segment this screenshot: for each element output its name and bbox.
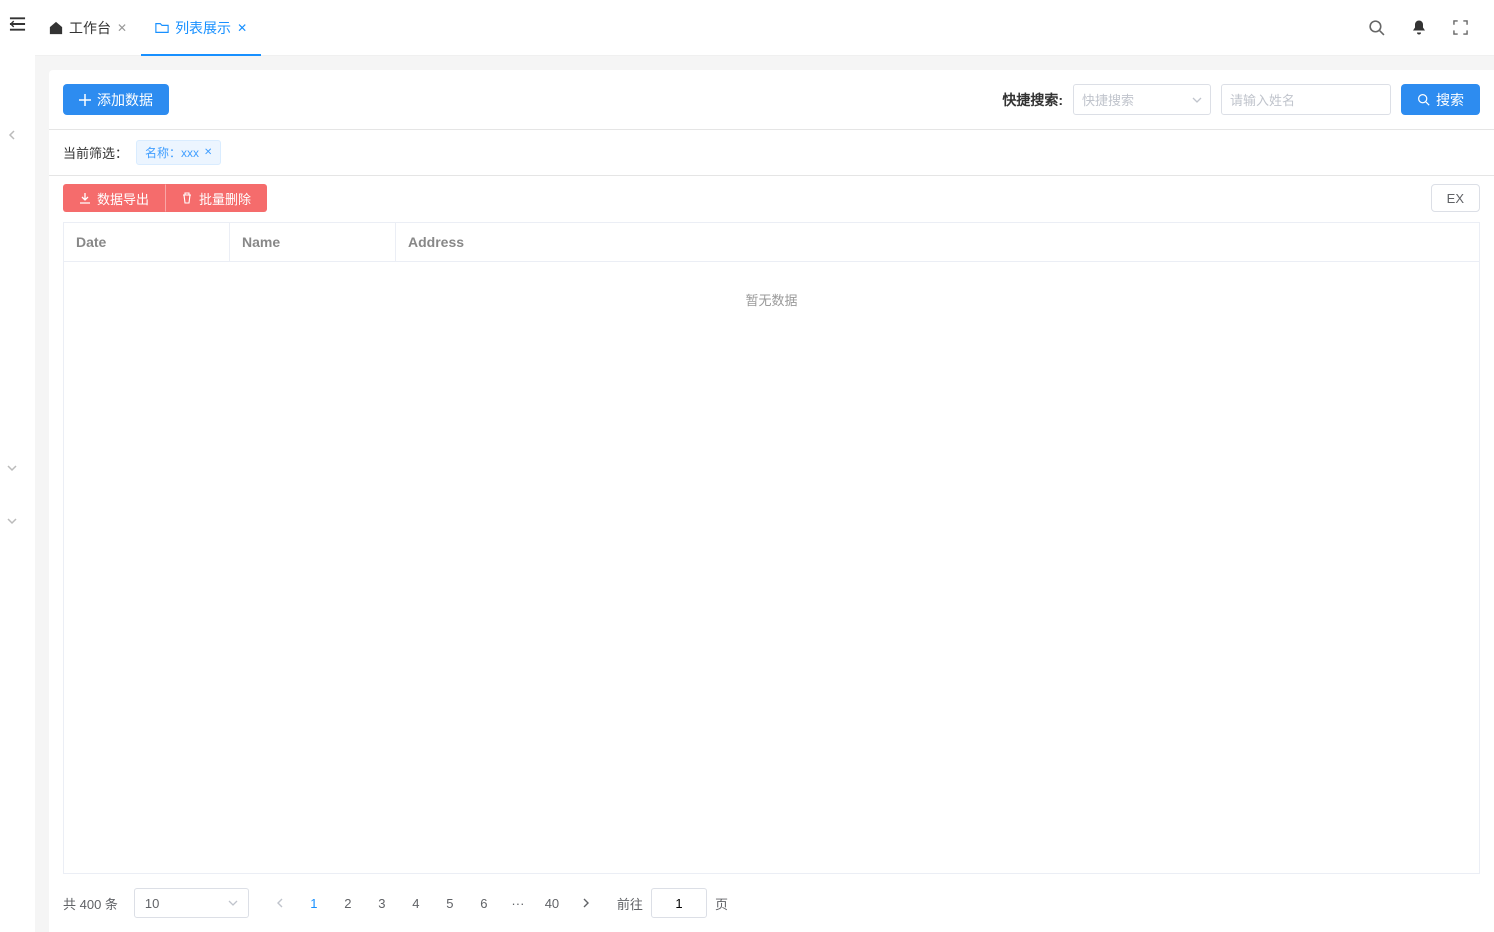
export-button[interactable]: 数据导出 — [63, 184, 165, 212]
page-number-6[interactable]: 6 — [469, 888, 499, 918]
chevron-down-icon — [1192, 95, 1202, 105]
page-size-value: 10 — [145, 896, 159, 911]
main-area: 工作台 ✕ 列表展示 ✕ — [35, 0, 1494, 932]
chevron-left-icon — [275, 898, 285, 908]
header-right — [1368, 0, 1494, 55]
add-button-label: 添加数据 — [97, 90, 153, 110]
search-button[interactable]: 搜索 — [1401, 84, 1480, 115]
toolbar: 添加数据 快捷搜索: 快捷搜索 请输入姓名 搜索 — [49, 70, 1494, 130]
tab-workbench[interactable]: 工作台 ✕ — [35, 0, 141, 55]
global-search-button[interactable] — [1368, 19, 1385, 36]
chevron-down-icon — [7, 516, 17, 526]
page-number-3[interactable]: 3 — [367, 888, 397, 918]
sidebar-chevron-1[interactable] — [7, 130, 17, 140]
data-table: Date Name Address — [63, 222, 1480, 262]
plus-icon — [79, 94, 91, 106]
export-button-label: 数据导出 — [97, 189, 149, 208]
content-panel: 添加数据 快捷搜索: 快捷搜索 请输入姓名 搜索 — [49, 70, 1494, 932]
folder-icon — [155, 21, 169, 35]
column-header-address[interactable]: Address — [396, 223, 1480, 262]
jump-prefix: 前往 — [617, 894, 643, 913]
chevron-left-icon — [7, 130, 17, 140]
fullscreen-button[interactable] — [1453, 20, 1468, 35]
right-action-label: EX — [1447, 191, 1464, 206]
fullscreen-icon — [1453, 20, 1468, 35]
pager: 1 2 3 4 5 6 ··· 40 — [265, 888, 601, 918]
sidebar — [0, 0, 35, 932]
home-icon — [49, 21, 63, 35]
tab-label: 列表展示 — [175, 18, 231, 38]
sidebar-chevron-2[interactable] — [7, 463, 17, 473]
column-header-name[interactable]: Name — [230, 223, 396, 262]
filter-label: 当前筛选： — [63, 143, 128, 162]
filter-tag-text: 名称：xxx — [145, 144, 199, 161]
column-header-date[interactable]: Date — [64, 223, 230, 262]
tab-close-button[interactable]: ✕ — [237, 21, 247, 35]
sidebar-toggle-button[interactable] — [8, 14, 28, 34]
pagination: 共 400 条 10 1 2 3 4 5 6 — [49, 874, 1494, 932]
jump-suffix: 页 — [715, 894, 728, 913]
name-input-placeholder: 请输入姓名 — [1230, 90, 1295, 109]
quick-search-placeholder: 快捷搜索 — [1082, 90, 1134, 109]
page-prev[interactable] — [265, 888, 295, 918]
name-input[interactable]: 请输入姓名 — [1221, 84, 1391, 115]
page-ellipsis[interactable]: ··· — [503, 888, 533, 918]
chevron-down-icon — [228, 898, 238, 908]
search-icon — [1417, 93, 1430, 106]
toolbar-right: 快捷搜索: 快捷搜索 请输入姓名 搜索 — [1002, 84, 1480, 115]
bell-icon — [1411, 19, 1427, 36]
table-wrapper: Date Name Address 暂无数据 — [49, 222, 1494, 874]
batch-delete-button[interactable]: 批量删除 — [165, 184, 267, 212]
search-icon — [1368, 19, 1385, 36]
tabs-bar: 工作台 ✕ 列表展示 ✕ — [35, 0, 261, 55]
batch-delete-label: 批量删除 — [199, 189, 251, 208]
pagination-total: 共 400 条 — [63, 894, 118, 913]
page-number-5[interactable]: 5 — [435, 888, 465, 918]
table-empty-state: 暂无数据 — [63, 262, 1480, 874]
filter-row: 当前筛选： 名称：xxx ✕ — [49, 130, 1494, 176]
jump-input[interactable] — [651, 888, 707, 918]
chevron-right-icon — [581, 898, 591, 908]
notifications-button[interactable] — [1411, 19, 1427, 36]
header: 工作台 ✕ 列表展示 ✕ — [35, 0, 1494, 56]
empty-text: 暂无数据 — [745, 290, 797, 309]
page-number-last[interactable]: 40 — [537, 888, 567, 918]
action-row: 数据导出 批量删除 EX — [49, 176, 1494, 212]
filter-tag[interactable]: 名称：xxx ✕ — [136, 140, 221, 165]
page-size-select[interactable]: 10 — [134, 888, 249, 918]
filter-tag-close[interactable]: ✕ — [204, 147, 212, 158]
add-data-button[interactable]: 添加数据 — [63, 84, 169, 115]
chevron-down-icon — [7, 463, 17, 473]
page-number-2[interactable]: 2 — [333, 888, 363, 918]
page-number-4[interactable]: 4 — [401, 888, 431, 918]
tab-close-button[interactable]: ✕ — [117, 21, 127, 35]
tab-list-view[interactable]: 列表展示 ✕ — [141, 0, 261, 55]
trash-icon — [181, 192, 193, 204]
menu-collapse-icon — [9, 16, 26, 32]
download-icon — [79, 192, 91, 204]
page-next[interactable] — [571, 888, 601, 918]
quick-search-label: 快捷搜索: — [1002, 90, 1063, 110]
quick-search-select[interactable]: 快捷搜索 — [1073, 84, 1211, 115]
search-button-label: 搜索 — [1436, 90, 1464, 110]
page-number-1[interactable]: 1 — [299, 888, 329, 918]
page-jump: 前往 页 — [617, 888, 728, 918]
right-action-button[interactable]: EX — [1431, 184, 1480, 212]
tab-label: 工作台 — [69, 18, 111, 38]
sidebar-chevron-3[interactable] — [7, 516, 17, 526]
